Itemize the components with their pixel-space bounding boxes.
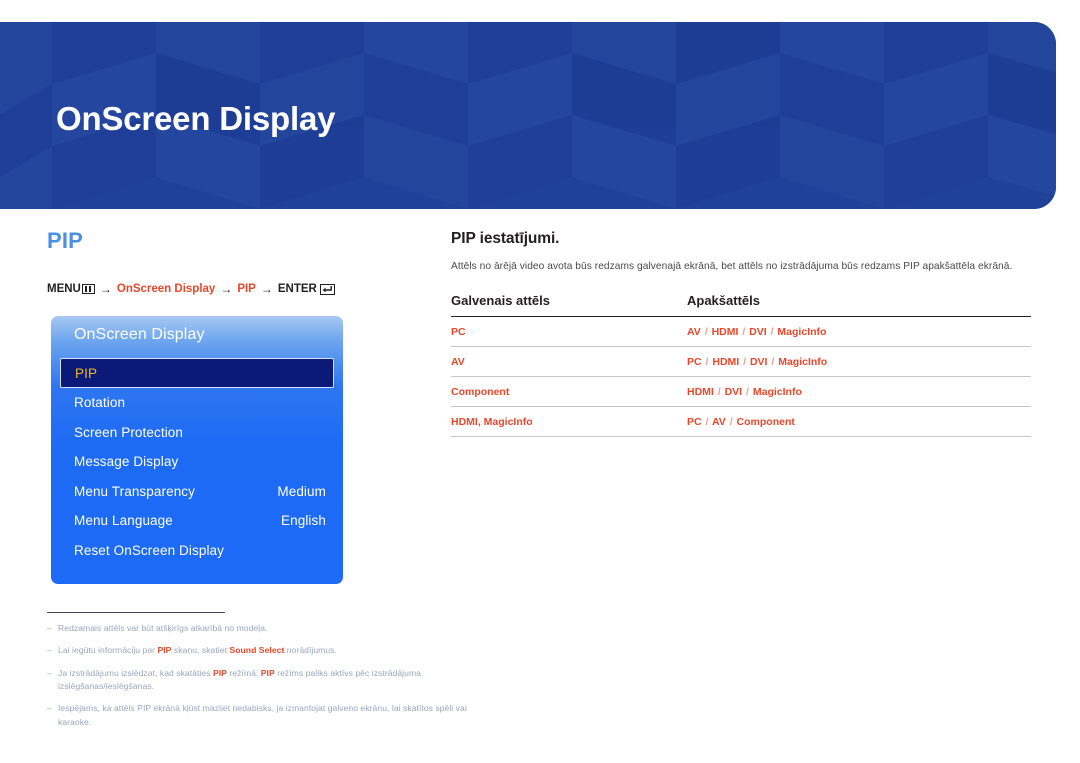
slash-separator: /	[704, 326, 708, 339]
footnote-text: Ja izstrādājumu izslēdzat, kad skatāties…	[58, 667, 421, 691]
pip-source-table: Galvenais attēls Apakšattēls PC AV / HDM…	[451, 293, 1031, 438]
menu-grid-icon	[81, 284, 95, 294]
footnote-text: Redzamais attēls var būt atšķirīgs atkar…	[58, 623, 268, 633]
footnote-dash-icon: –	[47, 703, 52, 714]
cell-main-picture: PC	[451, 316, 687, 348]
osd-item-menu-language[interactable]: Menu Language English	[51, 506, 343, 536]
table-row: HDMI, MagicInfo PC / AV / Component	[451, 406, 1031, 438]
slash-separator: /	[743, 356, 747, 369]
osd-item-value: Medium	[277, 483, 326, 499]
cell-main-picture: AV	[451, 346, 687, 378]
page-header-banner: OnScreen Display	[0, 22, 1056, 209]
footnote-item: – Redzamais attēls var būt atšķirīgs atka…	[47, 622, 467, 635]
osd-item-message-display[interactable]: Message Display	[51, 447, 343, 477]
footnote-item: – Ja izstrādājumu izslēdzat, kad skatātie…	[47, 667, 467, 694]
table-row: AV PC / HDMI / DVI / MagicInfo	[451, 346, 1031, 378]
table-row: PC AV / HDMI / DVI / MagicInfo	[451, 316, 1031, 348]
footnote-text: Iespējams, ka attēls PIP ekrānā kļūst ma…	[58, 703, 467, 727]
cell-sub-picture: PC / AV / Component	[687, 406, 1031, 438]
left-column: PIP MENU → OnScreen Display → PIP → ENTE…	[47, 228, 447, 296]
section-title: PIP	[47, 228, 84, 253]
cell-main-picture: HDMI, MagicInfo	[451, 406, 687, 438]
footnote-text: Lai iegūtu informāciju par PIP skaņu, sk…	[58, 645, 337, 656]
cell-main-picture: Component	[451, 376, 687, 408]
page-title: OnScreen Display	[56, 100, 336, 137]
osd-panel-title: OnScreen Display	[74, 326, 205, 343]
slash-separator: /	[705, 356, 709, 369]
column-header-main-picture: Galvenais attēls	[451, 293, 687, 318]
osd-menu-list: PIP Rotation Screen Protection Message D…	[51, 358, 343, 565]
menu-path-step-2: PIP	[237, 283, 256, 295]
table-body: PC AV / HDMI / DVI / MagicInfo AV PC / H…	[451, 316, 1031, 438]
table-row: Component HDMI / DVI / MagicInfo	[451, 376, 1031, 408]
footnote-highlight: PIP	[157, 645, 172, 656]
osd-item-label: Reset OnScreen Display	[74, 542, 225, 558]
menu-path-enter-label: ENTER	[277, 283, 317, 295]
arrow-icon-1: →	[99, 282, 112, 296]
menu-path-breadcrumb: MENU → OnScreen Display → PIP → ENTER	[47, 282, 447, 296]
osd-item-rotation[interactable]: Rotation	[51, 388, 343, 418]
osd-item-reset-onscreen-display[interactable]: Reset OnScreen Display	[51, 536, 343, 566]
footnote-dash-icon: –	[47, 623, 52, 633]
osd-item-pip[interactable]: PIP	[60, 358, 334, 388]
slash-separator: /	[742, 326, 746, 339]
footnote-item: – Iespējams, ka attēls PIP ekrānā kļūst m…	[47, 702, 467, 729]
slash-separator: /	[771, 356, 775, 369]
footnote-highlight: PIP	[212, 667, 227, 678]
footnote-highlight: PIP	[260, 667, 275, 678]
slash-separator: /	[770, 326, 774, 339]
cell-sub-picture: HDMI / DVI / MagicInfo	[687, 376, 1031, 408]
osd-item-label: PIP	[75, 365, 98, 381]
menu-path-step-1: OnScreen Display	[116, 283, 216, 295]
osd-item-label: Rotation	[74, 395, 126, 411]
table-header-row: Galvenais attēls Apakšattēls	[451, 293, 1031, 318]
osd-item-value: English	[281, 513, 326, 529]
footnote-dash-icon: –	[47, 645, 52, 656]
osd-menu-panel: OnScreen Display PIP Rotation Screen Pro…	[51, 316, 343, 584]
cell-sub-picture: PC / HDMI / DVI / MagicInfo	[687, 346, 1031, 378]
arrow-icon-3: →	[260, 282, 273, 296]
osd-item-label: Message Display	[74, 454, 179, 470]
footnote-dash-icon: –	[47, 667, 52, 678]
osd-item-label: Screen Protection	[74, 424, 184, 440]
menu-path-menu-label: MENU	[47, 283, 81, 295]
footnote-highlight: Sound Select	[229, 645, 285, 656]
osd-item-screen-protection[interactable]: Screen Protection	[51, 418, 343, 448]
slash-separator: /	[729, 416, 733, 429]
table-head: Galvenais attēls Apakšattēls	[451, 293, 1031, 318]
pip-settings-title: PIP iestatījumi.	[451, 230, 560, 247]
pip-settings-description: Attēls no ārējā video avota būs redzams …	[451, 261, 1013, 272]
osd-item-menu-transparency[interactable]: Menu Transparency Medium	[51, 477, 343, 507]
footnote-item: – Lai iegūtu informāciju par PIP skaņu, s…	[47, 644, 467, 657]
arrow-icon-2: →	[220, 282, 233, 296]
osd-item-label: Menu Transparency	[74, 483, 196, 499]
slash-separator: /	[705, 416, 709, 429]
enter-return-icon	[319, 283, 335, 295]
column-header-sub-picture: Apakšattēls	[687, 293, 1031, 318]
footnote-divider	[47, 612, 225, 614]
cell-sub-picture: AV / HDMI / DVI / MagicInfo	[687, 316, 1031, 348]
footnote-list: – Redzamais attēls var būt atšķirīgs atka…	[47, 622, 467, 738]
slash-separator: /	[717, 386, 721, 399]
slash-separator: /	[746, 386, 749, 399]
page-root: OnScreen Display PIP MENU → OnScreen Dis…	[0, 0, 1080, 763]
right-column: PIP iestatījumi. Attēls no ārējā video a…	[451, 230, 1031, 438]
osd-item-label: Menu Language	[74, 513, 173, 529]
